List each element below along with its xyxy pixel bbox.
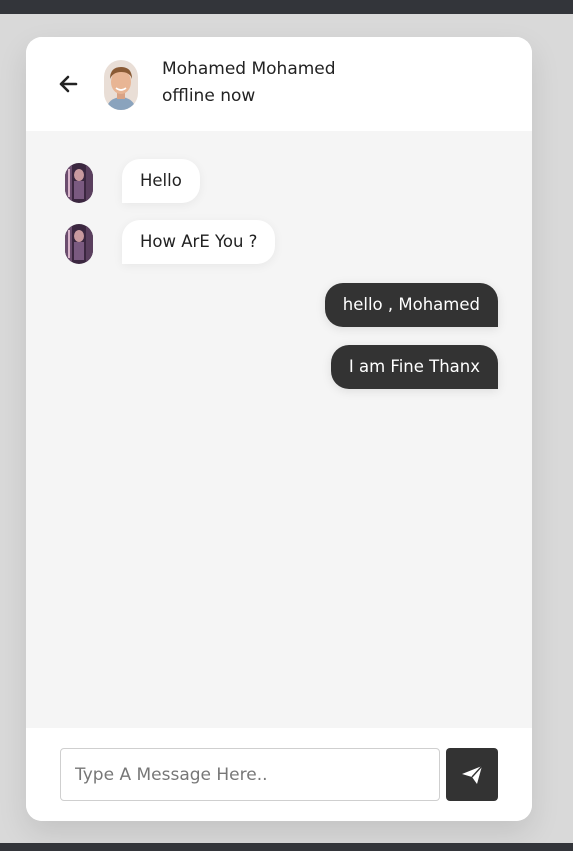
contact-avatar bbox=[104, 60, 138, 110]
message-composer bbox=[26, 728, 532, 821]
contact-status: offline now bbox=[162, 86, 256, 106]
outgoing-message-bubble: I am Fine Thanx bbox=[330, 345, 498, 389]
incoming-message: Hello bbox=[26, 159, 206, 205]
paper-plane-icon bbox=[462, 765, 483, 784]
arrow-left-icon bbox=[59, 75, 78, 93]
outgoing-message-bubble: hello , Mohamed bbox=[324, 283, 498, 327]
sender-avatar bbox=[65, 224, 93, 264]
message-input[interactable] bbox=[60, 748, 440, 801]
message-bubble: How ArE You ? bbox=[122, 220, 276, 264]
chat-window: Mohamed Mohamed offline now Hello How Ar… bbox=[26, 37, 532, 821]
bottom-bar bbox=[0, 843, 573, 851]
message-bubble: Hello bbox=[122, 159, 200, 203]
incoming-message: How ArE You ? bbox=[26, 220, 286, 266]
sender-avatar bbox=[65, 163, 93, 203]
send-button[interactable] bbox=[446, 748, 498, 801]
back-button[interactable] bbox=[57, 73, 79, 95]
chat-header: Mohamed Mohamed offline now bbox=[26, 37, 532, 131]
message-list[interactable]: Hello How ArE You ? hello , Mohamed I am… bbox=[26, 131, 532, 728]
top-bar bbox=[0, 0, 573, 14]
contact-name: Mohamed Mohamed bbox=[162, 59, 336, 79]
